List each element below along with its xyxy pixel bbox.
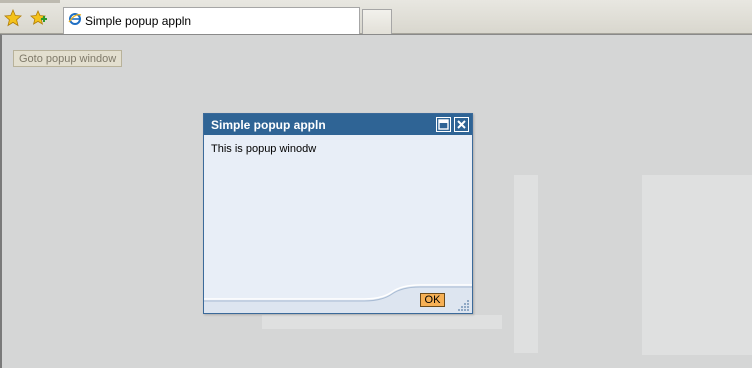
tab-title: Simple popup appln [85, 14, 192, 28]
maximize-icon[interactable] [436, 117, 451, 132]
background-shape [642, 175, 752, 355]
favorites-star-icon[interactable] [4, 9, 22, 27]
ok-button[interactable]: OK [420, 293, 445, 307]
popup-title: Simple popup appln [211, 117, 326, 132]
close-icon[interactable] [454, 117, 469, 132]
popup-dialog: Simple popup appln This is popup winodw … [203, 113, 473, 314]
browser-toolbar: Simple popup appln [0, 0, 752, 34]
ie-page-icon [68, 12, 82, 31]
add-favorite-icon[interactable] [30, 9, 48, 27]
popup-message: This is popup winodw [211, 143, 317, 155]
new-tab-button[interactable] [362, 9, 392, 34]
resize-grip-icon[interactable] [456, 299, 470, 311]
background-shape [262, 315, 502, 329]
browser-tab[interactable]: Simple popup appln [63, 7, 360, 34]
goto-popup-button[interactable]: Goto popup window [13, 50, 123, 67]
toolbar-edge [0, 0, 60, 3]
background-shape [514, 175, 538, 353]
popup-header: Simple popup appln [204, 114, 472, 135]
